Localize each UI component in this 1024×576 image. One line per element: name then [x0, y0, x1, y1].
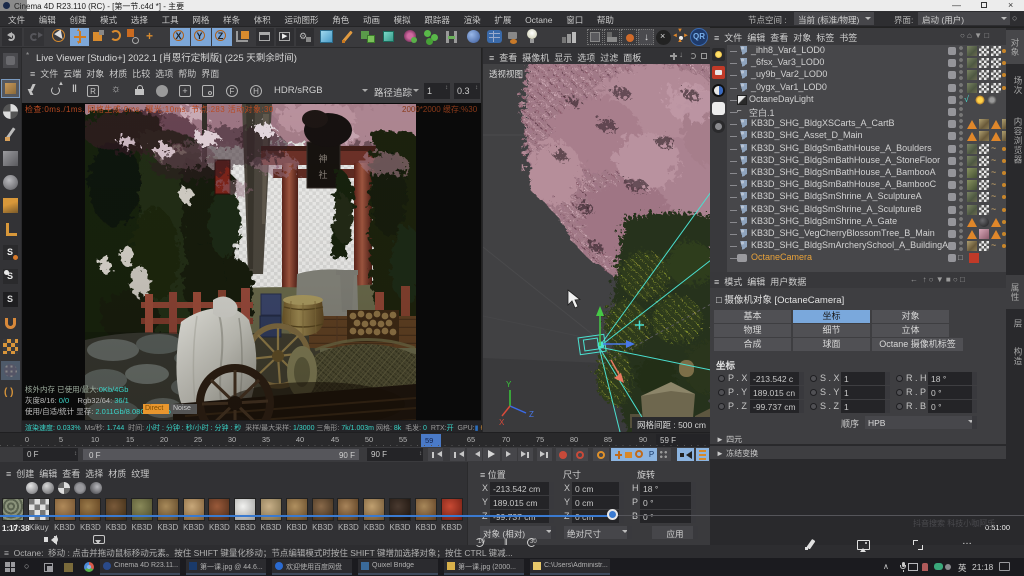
svg-text:网格间距 : 500 cm: 网格间距 : 500 cm	[637, 420, 706, 430]
svg-text:Z: Z	[529, 410, 534, 419]
svg-text:Y: Y	[506, 380, 512, 389]
svg-text:透视视图: 透视视图	[489, 69, 523, 79]
svg-text:X: X	[499, 418, 505, 427]
